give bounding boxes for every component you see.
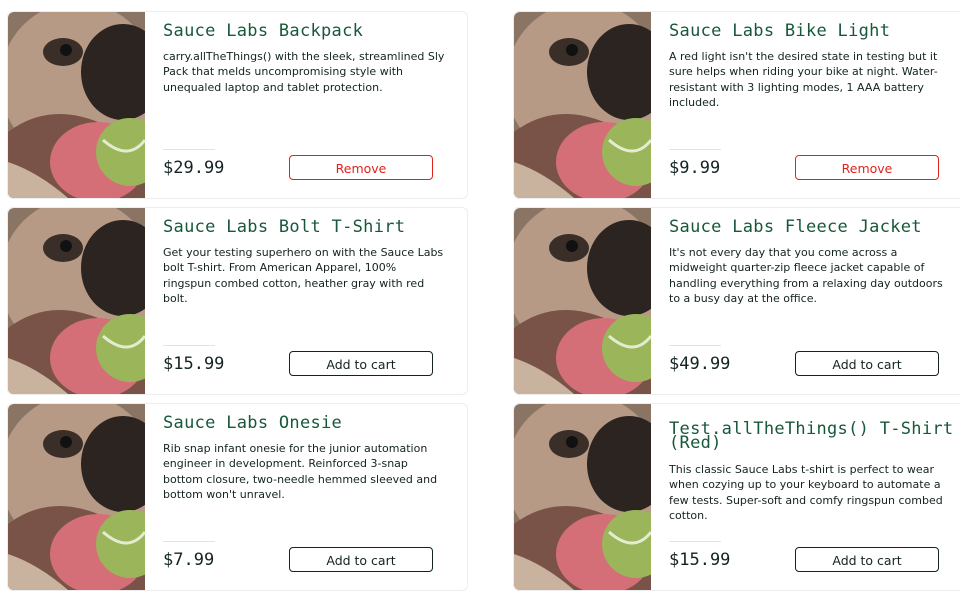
inventory-item: Sauce Labs Onesie Rib snap infant onesie… — [7, 403, 468, 591]
price-divider — [163, 149, 215, 150]
product-price: $15.99 — [163, 354, 225, 374]
product-name-link[interactable]: Test.allTheThings() T-Shirt (Red) — [669, 421, 957, 452]
product-description: A red light isn't the desired state in t… — [669, 50, 938, 110]
product-description: carry.allTheThings() with the sleek, str… — [163, 50, 445, 94]
price-divider — [669, 541, 721, 542]
inventory-item: Sauce Labs Backpack carry.allTheThings()… — [7, 11, 468, 199]
inventory-item: Test.allTheThings() T-Shirt (Red) This c… — [513, 403, 960, 591]
add-to-cart-button[interactable]: Add to cart — [795, 351, 939, 376]
product-name-link[interactable]: Sauce Labs Bike Light — [669, 23, 957, 40]
inventory-item: Sauce Labs Bike Light A red light isn't … — [513, 11, 960, 199]
product-description: It's not every day that you come across … — [669, 246, 943, 306]
pug-photo-icon — [514, 12, 651, 198]
product-price: $29.99 — [163, 158, 225, 178]
product-image[interactable] — [8, 12, 145, 198]
product-price: $15.99 — [669, 550, 731, 570]
pug-photo-icon — [8, 12, 145, 198]
price-divider — [669, 345, 721, 346]
product-name-link[interactable]: Sauce Labs Onesie — [163, 415, 451, 432]
price-divider — [669, 149, 721, 150]
pug-photo-icon — [514, 208, 651, 394]
product-image[interactable] — [514, 12, 651, 198]
product-price: $9.99 — [669, 158, 721, 178]
product-price: $7.99 — [163, 550, 215, 570]
inventory-item: Sauce Labs Fleece Jacket It's not every … — [513, 207, 960, 395]
add-to-cart-button[interactable]: Add to cart — [289, 351, 433, 376]
pug-photo-icon — [8, 404, 145, 590]
add-to-cart-button[interactable]: Add to cart — [795, 547, 939, 572]
product-description: Rib snap infant onesie for the junior au… — [163, 442, 438, 502]
product-name-link[interactable]: Sauce Labs Fleece Jacket — [669, 219, 957, 236]
pug-photo-icon — [8, 208, 145, 394]
inventory-list: Sauce Labs Backpack carry.allTheThings()… — [0, 0, 960, 591]
product-image[interactable] — [8, 208, 145, 394]
add-to-cart-button[interactable]: Add to cart — [289, 547, 433, 572]
product-name-link[interactable]: Sauce Labs Bolt T-Shirt — [163, 219, 451, 236]
product-description: This classic Sauce Labs t-shirt is perfe… — [669, 463, 943, 523]
remove-button[interactable]: Remove — [289, 155, 433, 180]
product-image[interactable] — [514, 404, 651, 590]
price-divider — [163, 345, 215, 346]
remove-button[interactable]: Remove — [795, 155, 939, 180]
product-image[interactable] — [514, 208, 651, 394]
pug-photo-icon — [514, 404, 651, 590]
product-name-link[interactable]: Sauce Labs Backpack — [163, 23, 451, 40]
product-description: Get your testing superhero on with the S… — [163, 246, 444, 306]
inventory-item: Sauce Labs Bolt T-Shirt Get your testing… — [7, 207, 468, 395]
product-price: $49.99 — [669, 354, 731, 374]
product-image[interactable] — [8, 404, 145, 590]
price-divider — [163, 541, 215, 542]
